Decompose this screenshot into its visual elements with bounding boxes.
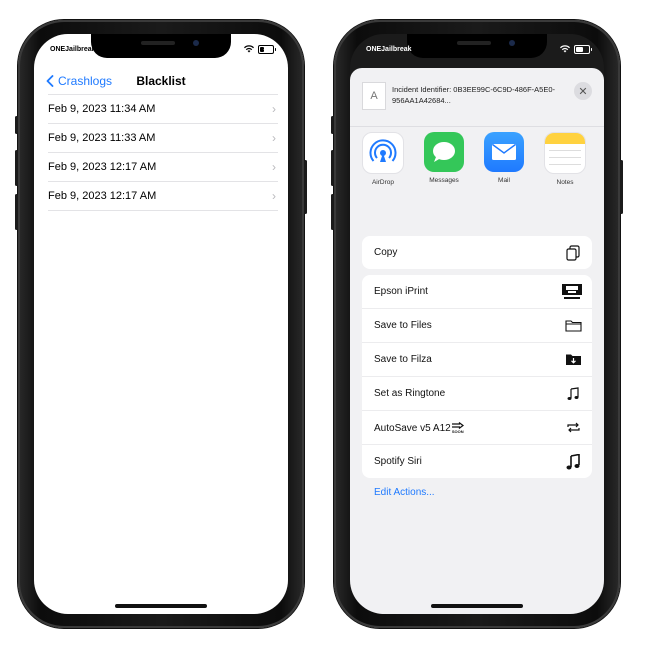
status-bar: ONEJailbreak	[366, 42, 592, 56]
carrier-label: ONEJailbreak	[366, 45, 412, 53]
chevron-right-icon: ›	[272, 102, 276, 116]
music-note-icon	[564, 385, 582, 403]
wifi-icon	[244, 45, 254, 53]
epson-icon	[562, 283, 582, 301]
share-apps-row: AirDrop Messages Mail Notes	[362, 132, 604, 192]
right-screen: ONEJailbreak A Incident Identifier: 0B3E…	[350, 34, 604, 614]
chevron-right-icon: ›	[272, 189, 276, 203]
airdrop-icon	[362, 132, 404, 174]
mail-icon	[484, 132, 524, 172]
battery-icon: 10	[258, 44, 276, 54]
status-bar: ONEJailbreak 10	[50, 42, 276, 56]
action-autosave[interactable]: AutoSave v5 A12 SOON	[362, 411, 592, 445]
document-thumbnail: A	[362, 82, 386, 110]
share-app-notes[interactable]: Notes	[544, 132, 586, 192]
chevron-left-icon	[46, 75, 54, 87]
back-button[interactable]: Crashlogs	[46, 74, 112, 88]
repeat-icon	[564, 419, 582, 437]
action-save-to-filza[interactable]: Save to Filza	[362, 343, 592, 377]
messages-icon	[424, 132, 464, 172]
chevron-right-icon: ›	[272, 160, 276, 174]
close-icon: ✕	[578, 85, 588, 98]
chevron-right-icon: ›	[272, 131, 276, 145]
home-indicator[interactable]	[431, 604, 523, 608]
back-label: Crashlogs	[58, 74, 113, 88]
mute-switch	[331, 116, 334, 134]
navigation-bar: Crashlogs Blacklist	[34, 68, 288, 94]
folder-icon	[564, 317, 582, 335]
share-app-mail[interactable]: Mail	[484, 132, 524, 192]
left-phone: ONEJailbreak 10 Crashlogs Blacklist Feb …	[15, 20, 307, 628]
filza-folder-icon	[564, 351, 582, 369]
music-note-icon	[564, 453, 582, 471]
copy-group: Copy	[362, 236, 592, 269]
wifi-icon	[560, 45, 570, 53]
copy-icon	[564, 244, 582, 262]
volume-up-button	[331, 150, 334, 186]
side-button	[304, 160, 307, 214]
home-indicator[interactable]	[115, 604, 207, 608]
list-item[interactable]: Feb 9, 2023 12:17 AM ›	[48, 152, 278, 181]
soon-badge: SOON	[451, 421, 464, 434]
crashlog-list: Feb 9, 2023 11:34 AM › Feb 9, 2023 11:33 …	[48, 94, 278, 211]
action-save-to-files[interactable]: Save to Files	[362, 309, 592, 343]
action-set-as-ringtone[interactable]: Set as Ringtone	[362, 377, 592, 411]
battery-icon	[574, 44, 592, 54]
list-item[interactable]: Feb 9, 2023 11:34 AM ›	[48, 94, 278, 123]
action-spotify-siri[interactable]: Spotify Siri	[362, 445, 592, 478]
incident-identifier: Incident Identifier: 0B3EE99C-6C9D-486F-…	[392, 85, 556, 105]
side-button	[620, 160, 623, 214]
share-app-airdrop[interactable]: AirDrop	[362, 132, 404, 192]
list-item[interactable]: Feb 9, 2023 12:17 AM ›	[48, 181, 278, 211]
actions-group: Epson iPrint Save to Files Save to Filza	[362, 275, 592, 478]
close-button[interactable]: ✕	[574, 82, 592, 100]
volume-down-button	[331, 194, 334, 230]
action-copy[interactable]: Copy	[362, 236, 592, 269]
carrier-label: ONEJailbreak	[50, 45, 96, 53]
edit-actions-link[interactable]: Edit Actions...	[374, 487, 435, 498]
arrow-right-icon	[451, 421, 464, 429]
mute-switch	[15, 116, 18, 134]
action-epson-iprint[interactable]: Epson iPrint	[362, 275, 592, 309]
share-app-messages[interactable]: Messages	[424, 132, 464, 192]
left-screen: ONEJailbreak 10 Crashlogs Blacklist Feb …	[34, 34, 288, 614]
share-sheet: A Incident Identifier: 0B3EE99C-6C9D-486…	[350, 68, 604, 614]
volume-down-button	[15, 194, 18, 230]
volume-up-button	[15, 150, 18, 186]
notes-icon	[544, 132, 586, 174]
divider	[350, 126, 604, 127]
list-item[interactable]: Feb 9, 2023 11:33 AM ›	[48, 123, 278, 152]
right-phone: ONEJailbreak A Incident Identifier: 0B3E…	[331, 20, 623, 628]
